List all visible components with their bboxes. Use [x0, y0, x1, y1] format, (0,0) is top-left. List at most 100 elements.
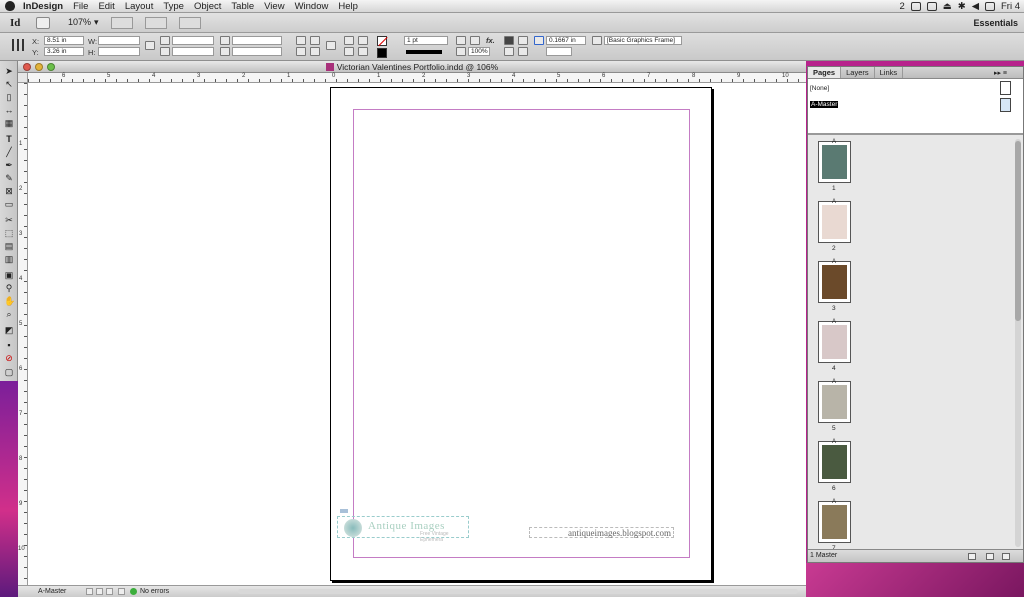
tab-links[interactable]: Links	[875, 67, 904, 78]
horizontal-scrollbar[interactable]	[238, 589, 798, 594]
menu-view[interactable]: View	[264, 1, 284, 12]
page-number-select[interactable]: A-Master	[20, 586, 72, 597]
menu-file[interactable]: File	[73, 1, 88, 12]
select-container-icon[interactable]	[344, 36, 354, 45]
bridge-button[interactable]	[36, 16, 50, 29]
tab-pages[interactable]: Pages	[808, 67, 842, 78]
page-thumbnail[interactable]: A	[818, 499, 851, 543]
opacity-field[interactable]: 100%	[468, 47, 490, 56]
apply-none-icon[interactable]: ⊘	[4, 354, 14, 363]
shear-field[interactable]	[232, 47, 282, 56]
new-page-icon[interactable]	[986, 553, 994, 560]
gap-tool-icon[interactable]: ↔	[4, 106, 14, 115]
screen-mode-icon[interactable]: ▢	[4, 368, 14, 377]
select-next-icon[interactable]	[358, 47, 368, 56]
reference-point-icon[interactable]	[12, 39, 24, 51]
zoom-window-button[interactable]	[47, 63, 55, 71]
pencil-tool-icon[interactable]: ✎	[4, 174, 14, 183]
selection-tool-icon[interactable]: ➤	[4, 67, 14, 76]
page-thumbnail[interactable]: A	[818, 439, 851, 483]
effects-icon[interactable]	[470, 36, 480, 45]
menu-layout[interactable]: Layout	[125, 1, 154, 12]
screen-mode-button[interactable]	[144, 16, 167, 29]
app-menu[interactable]: InDesign	[23, 1, 63, 12]
document-title-bar[interactable]: Victorian Valentines Portfolio.indd @ 10…	[18, 61, 806, 73]
ruler-origin[interactable]	[18, 73, 28, 83]
hand-tool-icon[interactable]: ✋	[4, 297, 15, 306]
rotate-cw-icon[interactable]	[296, 36, 306, 45]
logo-graphic-frame[interactable]: Antique Images Free Vintage Ephemera	[337, 509, 469, 543]
pages-scrollbar[interactable]	[1015, 139, 1021, 547]
eyedropper-tool-icon[interactable]: ⚲	[4, 284, 14, 293]
document-page[interactable]: Antique Images Free Vintage Ephemera ant…	[330, 87, 712, 581]
flip-h-icon[interactable]	[296, 47, 306, 56]
tab-layers[interactable]: Layers	[841, 67, 875, 78]
page-thumbnail[interactable]: A	[818, 379, 851, 423]
fx-icon[interactable]: fx.	[486, 36, 495, 45]
rectangle-frame-tool-icon[interactable]: ⊠	[4, 187, 14, 196]
master-none-thumbnail[interactable]	[1000, 81, 1011, 95]
volume-icon[interactable]: ◀	[972, 1, 979, 12]
master-a[interactable]: A-Master	[810, 101, 839, 108]
gradient-feather-tool-icon[interactable]: ▥	[4, 255, 14, 264]
workspace-switcher[interactable]: Essentials	[973, 18, 1018, 28]
adobe-badge[interactable]: 2	[899, 1, 904, 12]
direct-selection-tool-icon[interactable]: ↖	[4, 80, 14, 89]
drop-shadow-icon[interactable]	[456, 36, 466, 45]
scissors-tool-icon[interactable]: ✂	[4, 216, 14, 225]
rectangle-tool-icon[interactable]: ▭	[4, 200, 14, 209]
bluetooth-icon[interactable]: ✱	[958, 1, 966, 12]
scale-y-field[interactable]	[172, 47, 214, 56]
stroke-weight-field[interactable]: 1 pt	[404, 36, 448, 45]
object-style-select[interactable]: [Basic Graphics Frame]	[604, 36, 682, 45]
content-collector-icon[interactable]: ▦	[4, 119, 14, 128]
open-page-icon[interactable]	[118, 588, 125, 595]
menu-help[interactable]: Help	[338, 1, 358, 12]
stroke-type-select[interactable]	[406, 50, 442, 54]
minimize-window-button[interactable]	[35, 63, 43, 71]
pen-tool-icon[interactable]: ✒	[4, 161, 14, 170]
select-previous-icon[interactable]	[344, 47, 354, 56]
view-options-button[interactable]	[110, 16, 133, 29]
page-thumbnail[interactable]: A	[818, 259, 851, 303]
panel-menu-icon[interactable]: ▸▸ ≡	[994, 69, 1007, 77]
page-thumbnail[interactable]: A	[818, 139, 851, 183]
fitting-frame-icon[interactable]	[518, 47, 528, 56]
rotate-ccw-icon[interactable]	[310, 36, 320, 45]
page-size-icon[interactable]	[968, 553, 976, 560]
menu-window[interactable]: Window	[295, 1, 329, 12]
apple-icon[interactable]	[5, 1, 15, 11]
close-window-button[interactable]	[23, 63, 31, 71]
scrollbar-thumb[interactable]	[1015, 141, 1021, 321]
menu-edit[interactable]: Edit	[98, 1, 114, 12]
constrain-proportions-icon[interactable]	[145, 41, 155, 50]
page-tool-icon[interactable]: ▯	[4, 93, 14, 102]
gradient-swatch-tool-icon[interactable]: ▤	[4, 242, 14, 251]
zoom-level-select[interactable]: 107% ▾	[68, 17, 99, 28]
menu-type[interactable]: Type	[163, 1, 184, 12]
flag-icon[interactable]	[985, 2, 995, 11]
fill-swatch[interactable]	[377, 36, 387, 46]
eject-icon[interactable]: ⏏	[943, 1, 952, 12]
battery-icon[interactable]	[926, 2, 937, 11]
master-none[interactable]: [None]	[810, 85, 829, 92]
width-field[interactable]	[98, 36, 140, 45]
type-tool-icon[interactable]: T	[4, 135, 14, 144]
note-tool-icon[interactable]: ▣	[4, 271, 14, 280]
rotation-field[interactable]	[232, 36, 282, 45]
zoom-tool-icon[interactable]: ⌕	[4, 310, 14, 319]
trash-icon[interactable]	[1002, 553, 1010, 560]
formatting-affects-icon[interactable]: ▪	[4, 341, 14, 350]
wifi-icon[interactable]	[910, 2, 921, 11]
select-content-icon[interactable]	[358, 36, 368, 45]
master-a-thumbnail[interactable]	[1000, 98, 1011, 112]
fitting-icon[interactable]	[504, 47, 514, 56]
x-position-field[interactable]: 8.51 in	[44, 36, 84, 45]
text-wrap-icon[interactable]	[504, 36, 514, 45]
next-page-button[interactable]	[96, 588, 103, 595]
clock[interactable]: Fri 4	[1001, 1, 1020, 12]
chevron-down-icon[interactable]	[86, 588, 93, 595]
corner-options-icon[interactable]	[534, 36, 544, 45]
stroke-swatch[interactable]	[377, 48, 387, 58]
fill-stroke-icon[interactable]: ◩	[4, 326, 14, 335]
